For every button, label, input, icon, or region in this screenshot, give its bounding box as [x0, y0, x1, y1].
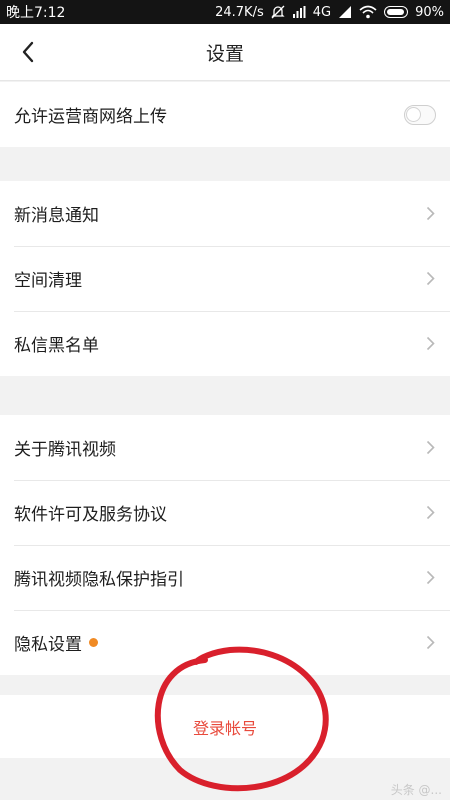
- chevron-left-icon: [22, 41, 34, 63]
- settings-item-label: 软件许可及服务协议: [14, 505, 167, 525]
- wifi-icon: [359, 5, 377, 19]
- privacy-settings-text: 隐私设置: [14, 635, 82, 655]
- chevron-right-icon: [424, 570, 436, 586]
- settings-group-messages: 新消息通知 空间清理 私信黑名单: [0, 181, 450, 376]
- upload-on-carrier-toggle[interactable]: [404, 104, 436, 125]
- settings-group-upload: 允许运营商网络上传: [0, 82, 450, 147]
- upload-on-carrier-label: 允许运营商网络上传: [14, 107, 167, 127]
- settings-item-label: 腾讯视频隐私保护指引: [14, 570, 184, 590]
- settings-item-label: 关于腾讯视频: [14, 440, 116, 460]
- status-bar: 晚上7:12 24.7K/s 4G 90%: [0, 0, 450, 24]
- upload-on-carrier-row: 允许运营商网络上传: [0, 82, 450, 147]
- network-type: 4G: [312, 4, 332, 20]
- settings-group-about: 关于腾讯视频 软件许可及服务协议 腾讯视频隐私保护指引 隐私设置: [0, 415, 450, 675]
- settings-item-label: 空间清理: [14, 271, 82, 291]
- page-title: 设置: [205, 43, 244, 65]
- login-account-label: 登录帐号: [192, 718, 257, 738]
- toggle-knob: [406, 106, 421, 122]
- battery-percent: 90%: [415, 4, 444, 20]
- settings-item-privacy-settings[interactable]: 隐私设置: [0, 610, 450, 675]
- settings-item-label: 隐私设置: [14, 630, 98, 655]
- chevron-right-icon: [424, 635, 436, 651]
- chevron-right-icon: [424, 336, 436, 352]
- status-time: 晚上7:12: [6, 5, 66, 21]
- watermark-text: 头条 @...: [390, 783, 442, 797]
- battery-icon: [384, 6, 409, 18]
- nav-bar: 设置: [0, 24, 450, 81]
- chevron-right-icon: [424, 440, 436, 456]
- chevron-right-icon: [424, 206, 436, 222]
- mute-icon: [271, 5, 285, 19]
- login-account-button[interactable]: 登录帐号: [0, 695, 450, 758]
- settings-item-new-message-notify[interactable]: 新消息通知: [0, 181, 450, 246]
- settings-item-space-cleanup[interactable]: 空间清理: [0, 246, 450, 311]
- signal-hd-icon: [292, 5, 306, 19]
- new-badge-dot: [89, 638, 98, 647]
- watermark: 头条 @...: [391, 781, 442, 798]
- settings-item-label: 新消息通知: [14, 206, 99, 226]
- back-button[interactable]: [8, 32, 48, 72]
- settings-item-about[interactable]: 关于腾讯视频: [0, 415, 450, 480]
- settings-item-label: 私信黑名单: [14, 336, 99, 356]
- settings-item-dm-blacklist[interactable]: 私信黑名单: [0, 311, 450, 376]
- chevron-right-icon: [424, 505, 436, 521]
- signal-icon: [338, 5, 352, 19]
- network-speed: 24.7K/s: [215, 4, 264, 20]
- settings-item-privacy-guide[interactable]: 腾讯视频隐私保护指引: [0, 545, 450, 610]
- status-icons: 24.7K/s 4G 90%: [215, 5, 444, 20]
- settings-item-license[interactable]: 软件许可及服务协议: [0, 480, 450, 545]
- chevron-right-icon: [424, 271, 436, 287]
